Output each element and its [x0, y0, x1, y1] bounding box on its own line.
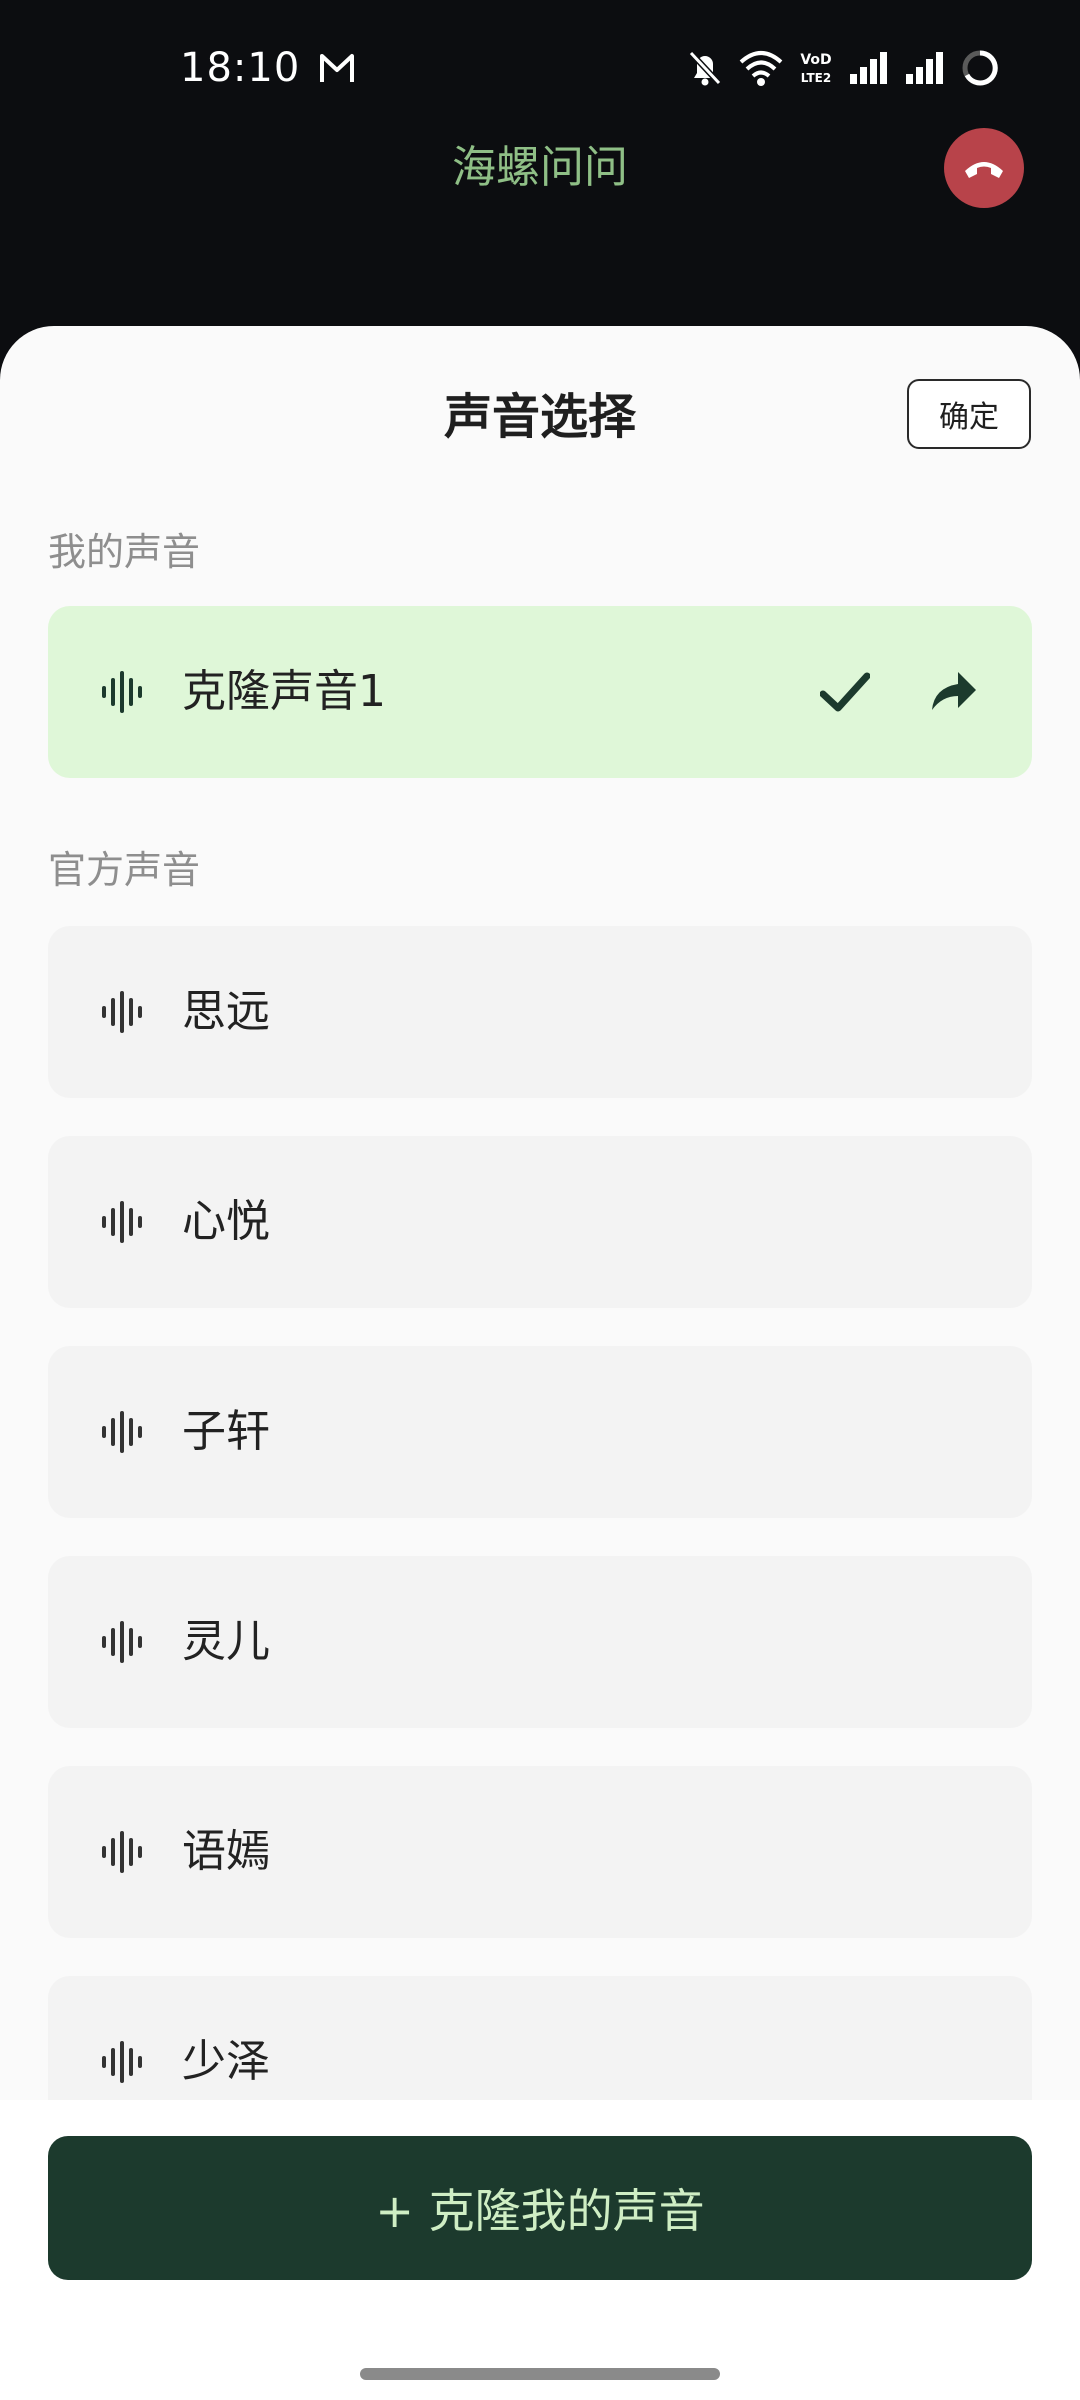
hang-up-phone-icon [965, 162, 1003, 178]
sound-wave-icon [102, 671, 142, 713]
voice-card-zixuan[interactable]: 子轩 [48, 1346, 1032, 1518]
sound-wave-icon [102, 1411, 142, 1453]
official-voices-label: 官方声音 [48, 848, 201, 892]
gmail-icon [320, 54, 354, 82]
voice-name: 子轩 [182, 1406, 270, 1457]
my-voices-label: 我的声音 [48, 530, 201, 574]
voice-name: 语嫣 [182, 1826, 270, 1877]
voice-name: 心悦 [182, 1196, 270, 1247]
check-icon [820, 672, 870, 712]
wifi-icon [739, 51, 783, 86]
battery-ring-icon [962, 50, 998, 86]
voice-select-sheet: 声音选择 确定 我的声音 克隆声音1 官方声音 思远 心悦 子轩 灵儿 语嫣 少… [0, 326, 1080, 2400]
voice-card-linger[interactable]: 灵儿 [48, 1556, 1032, 1728]
sound-wave-icon [102, 2041, 142, 2083]
voice-name: 少泽 [182, 2036, 270, 2087]
app-title: 海螺问问 [452, 142, 628, 193]
voice-card-yuyan[interactable]: 语嫣 [48, 1766, 1032, 1938]
voice-card-clone-1[interactable]: 克隆声音1 [48, 606, 1032, 778]
signal-strength-icon-2 [906, 52, 943, 84]
svg-text:VoD: VoD [800, 52, 831, 68]
voice-card-xinyue[interactable]: 心悦 [48, 1136, 1032, 1308]
sound-wave-icon [102, 1201, 142, 1243]
voice-name: 灵儿 [182, 1616, 270, 1667]
sound-wave-icon [102, 1621, 142, 1663]
sound-wave-icon [102, 991, 142, 1033]
hang-up-button[interactable] [944, 128, 1024, 208]
mute-bell-icon [688, 50, 722, 86]
svg-text:LTE2: LTE2 [801, 71, 831, 85]
status-icons: VoD LTE2 [686, 44, 1000, 92]
confirm-button[interactable]: 确定 [907, 379, 1031, 449]
signal-strength-icon-1 [850, 52, 887, 84]
status-time: 18:10 [180, 45, 301, 91]
voice-card-siyuan[interactable]: 思远 [48, 926, 1032, 1098]
share-icon[interactable] [928, 668, 978, 714]
voice-name: 思远 [182, 986, 270, 1037]
voice-name: 克隆声音1 [182, 666, 386, 717]
volte-icon: VoD LTE2 [800, 52, 831, 85]
clone-my-voice-button[interactable]: + 克隆我的声音 [48, 2136, 1032, 2280]
bottom-action-bar: + 克隆我的声音 [0, 2100, 1080, 2400]
home-indicator[interactable] [360, 2368, 720, 2380]
status-bar: 18:10 VoD LTE2 [0, 0, 1080, 136]
sound-wave-icon [102, 1831, 142, 1873]
